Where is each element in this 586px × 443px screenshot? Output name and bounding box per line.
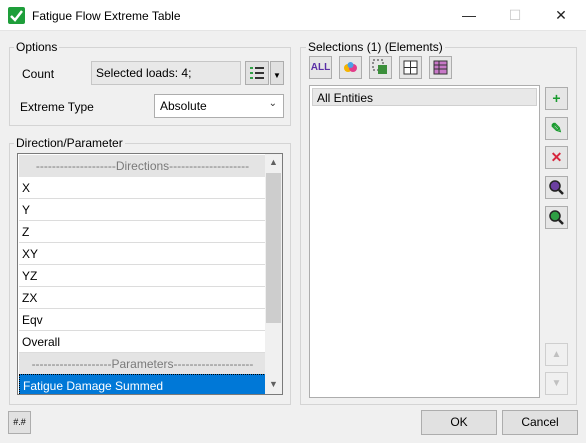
scroll-up-icon[interactable]: ▲ xyxy=(265,154,282,171)
list-item[interactable]: XY xyxy=(19,243,266,265)
delete-x-icon: ✕ xyxy=(550,149,563,165)
list-item[interactable]: X xyxy=(19,177,266,199)
options-group-label: Options xyxy=(14,40,60,54)
magnifier-icon xyxy=(549,180,564,195)
selections-group-label: Selections (1) (Elements) xyxy=(306,40,445,54)
extreme-type-label: Extreme Type xyxy=(20,100,94,114)
app-check-icon xyxy=(8,7,25,24)
scroll-thumb[interactable] xyxy=(266,173,281,323)
edit-button[interactable]: ✎ xyxy=(545,117,568,140)
select-all-button[interactable]: ALL xyxy=(309,56,332,79)
title-bar: Fatigue Flow Extreme Table — ☐ ✕ xyxy=(0,0,586,31)
selections-list[interactable]: All Entities xyxy=(309,85,540,398)
maximize-button[interactable]: ☐ xyxy=(492,0,538,31)
list-header: --------------------Directions----------… xyxy=(19,155,266,177)
move-down-button[interactable]: ▼ xyxy=(545,372,568,395)
all-icon: ALL xyxy=(310,62,331,73)
count-field[interactable]: Selected loads: 4; xyxy=(91,61,241,85)
extreme-type-value: Absolute xyxy=(160,99,207,113)
select-tree-icon xyxy=(372,59,387,74)
list-item[interactable]: ZX xyxy=(19,287,266,309)
list-item[interactable]: Eqv xyxy=(19,309,266,331)
vertical-scrollbar[interactable]: ▲ ▼ xyxy=(265,154,282,394)
list-item[interactable]: Overall xyxy=(19,331,266,353)
chevron-down-icon: ⌄ xyxy=(268,98,277,109)
list-item-selected[interactable]: Fatigue Damage Summed xyxy=(19,374,266,394)
ok-button[interactable]: OK xyxy=(421,410,497,435)
close-button[interactable]: ✕ xyxy=(538,0,584,31)
move-up-button[interactable]: ▲ xyxy=(545,343,568,366)
grid-button[interactable] xyxy=(399,56,422,79)
format-button[interactable]: #.# xyxy=(8,411,31,434)
window-title: Fatigue Flow Extreme Table xyxy=(32,9,181,23)
count-dropdown-button[interactable]: ▼ xyxy=(270,61,284,85)
scroll-down-icon[interactable]: ▼ xyxy=(265,376,282,393)
list-header: --------------------Parameters----------… xyxy=(19,353,266,375)
extreme-type-select[interactable]: Absolute ⌄ xyxy=(154,94,284,118)
magnifier-green-icon xyxy=(549,210,564,225)
zoom-selection-button[interactable] xyxy=(545,176,568,199)
minimize-button[interactable]: — xyxy=(446,0,492,31)
pencil-icon: ✎ xyxy=(550,120,563,136)
list-item[interactable]: YZ xyxy=(19,265,266,287)
select-tree-button[interactable] xyxy=(369,56,392,79)
direction-parameter-label: Direction/Parameter xyxy=(14,136,125,150)
grid-icon xyxy=(403,60,418,75)
cancel-button[interactable]: Cancel xyxy=(502,410,578,435)
list-icon xyxy=(250,67,264,79)
select-loads-button[interactable] xyxy=(245,61,269,85)
plus-icon: + xyxy=(552,90,561,106)
list-item[interactable]: Y xyxy=(19,199,266,221)
table-icon xyxy=(433,60,448,75)
delete-button[interactable]: ✕ xyxy=(545,146,568,169)
zoom-green-button[interactable] xyxy=(545,206,568,229)
add-button[interactable]: + xyxy=(545,87,568,110)
down-arrow-icon: ▼ xyxy=(551,378,562,389)
number-format-icon: #.# xyxy=(13,417,26,427)
direction-parameter-listbox[interactable]: --------------------Directions----------… xyxy=(17,153,283,395)
colors-icon xyxy=(344,62,357,72)
list-item[interactable]: Z xyxy=(19,221,266,243)
up-arrow-icon: ▲ xyxy=(551,349,562,360)
colors-button[interactable] xyxy=(339,56,362,79)
list-item[interactable]: All Entities xyxy=(312,88,537,106)
table-button[interactable] xyxy=(429,56,452,79)
count-label: Count xyxy=(22,67,55,81)
